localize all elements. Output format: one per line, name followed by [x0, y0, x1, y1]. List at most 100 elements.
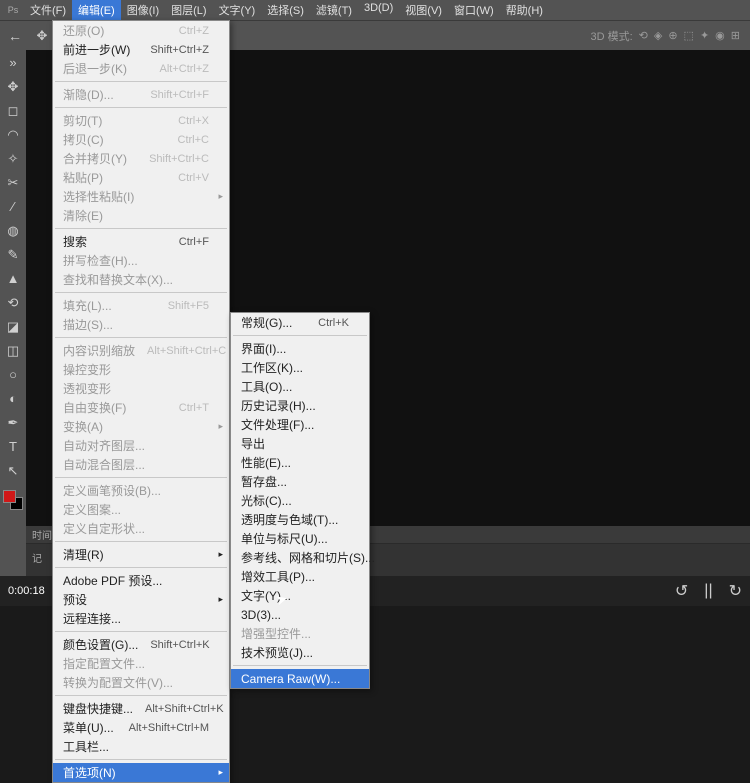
timeline-tab[interactable]: 记 [32, 550, 42, 565]
menu-item-label: 自动对齐图层... [63, 437, 209, 454]
menu-item[interactable]: 导出 [231, 434, 369, 453]
menu-item-label: 工具(O)... [241, 378, 349, 395]
lasso-tool-icon[interactable]: ◠ [2, 124, 24, 145]
move-tool-indicator[interactable]: ✥ [30, 24, 54, 48]
toolbar-icon-4[interactable]: ⬚ [684, 29, 694, 42]
blur-tool-icon[interactable]: ○ [2, 364, 24, 385]
menu-item[interactable]: 远程连接... [53, 609, 229, 628]
menu-item[interactable]: 文件处理(F)... [231, 415, 369, 434]
menu-item[interactable]: 工具(O)... [231, 377, 369, 396]
menubar-item[interactable]: 视图(V) [399, 0, 448, 20]
wand-tool-icon[interactable]: ✧ [2, 148, 24, 169]
color-swatches[interactable] [3, 490, 23, 510]
menu-item: 选择性粘贴(I)▸ [53, 187, 229, 206]
menu-item[interactable]: 参考线、网格和切片(S)... [231, 548, 369, 567]
menubar-item[interactable]: 帮助(H) [500, 0, 549, 20]
path-tool-icon[interactable]: ↖ [2, 460, 24, 481]
menu-item[interactable]: 技术预览(J)... [231, 643, 369, 662]
menu-item[interactable]: Adobe PDF 预设... [53, 571, 229, 590]
forward-icon[interactable]: ↻ [729, 581, 742, 601]
pen-tool-icon[interactable]: ✒ [2, 412, 24, 433]
move-tool-icon[interactable]: ✥ [2, 76, 24, 97]
menu-item[interactable]: 光标(C)... [231, 491, 369, 510]
menu-item[interactable]: 性能(E)... [231, 453, 369, 472]
menu-item: 描边(S)... [53, 315, 229, 334]
menu-item[interactable]: 暂存盘... [231, 472, 369, 491]
menu-separator [55, 759, 227, 760]
toolbar-icon-1[interactable]: ⟲ [639, 29, 648, 42]
menu-item-label: 搜索 [63, 233, 167, 250]
menu-item-label: 菜单(U)... [63, 719, 117, 736]
menubar-item[interactable]: 文件(F) [24, 0, 72, 20]
menu-item-label: 常规(G)... [241, 314, 306, 331]
menubar-item[interactable]: 文字(Y) [213, 0, 262, 20]
brush-tool-icon[interactable]: ✎ [2, 244, 24, 265]
menu-item[interactable]: 键盘快捷键...Alt+Shift+Ctrl+K [53, 699, 229, 718]
menu-item[interactable]: 颜色设置(G)...Shift+Ctrl+K [53, 635, 229, 654]
menu-item[interactable]: Camera Raw(W)... [231, 669, 369, 688]
type-tool-icon[interactable]: T [2, 436, 24, 457]
expand-icon[interactable]: » [2, 52, 24, 73]
menu-item: 拼写检查(H)... [53, 251, 229, 270]
menubar-item[interactable]: 滤镜(T) [310, 0, 358, 20]
pause-icon[interactable]: || [704, 582, 712, 600]
menu-item-shortcut: Shift+Ctrl+C [149, 153, 209, 165]
menu-item[interactable]: 界面(I)... [231, 339, 369, 358]
menu-item[interactable]: 工作区(K)... [231, 358, 369, 377]
rewind-icon[interactable]: ↺ [675, 581, 688, 601]
tools-panel: » ✥ ◻ ◠ ✧ ✂ ⁄ ◍ ✎ ▲ ⟲ ◪ ◫ ○ ◐ ✒ T ↖ [0, 50, 26, 590]
menu-item[interactable]: 历史记录(H)... [231, 396, 369, 415]
menubar-item[interactable]: 选择(S) [261, 0, 310, 20]
home-arrow-icon[interactable]: ← [4, 28, 26, 44]
menu-item[interactable]: 文字(Y)... [231, 586, 369, 605]
menu-item-label: 转换为配置文件(V)... [63, 674, 209, 691]
eyedropper-tool-icon[interactable]: ⁄ [2, 196, 24, 217]
menubar-item[interactable]: 图层(L) [165, 0, 212, 20]
submenu-arrow-icon: ▸ [218, 767, 223, 778]
menu-item[interactable]: 工具栏... [53, 737, 229, 756]
fg-color-swatch[interactable] [3, 490, 16, 503]
menu-item[interactable]: 预设▸ [53, 590, 229, 609]
menu-item[interactable]: 单位与标尺(U)... [231, 529, 369, 548]
menu-item[interactable]: 透明度与色域(T)... [231, 510, 369, 529]
menu-item[interactable]: 清理(R) ▸ [53, 545, 229, 564]
marquee-tool-icon[interactable]: ◻ [2, 100, 24, 121]
menu-separator [55, 81, 227, 82]
toolbar-icon-5[interactable]: ✦ [700, 29, 709, 42]
history-brush-icon[interactable]: ⟲ [2, 292, 24, 313]
menu-item: 增强型控件... [231, 624, 369, 643]
crop-tool-icon[interactable]: ✂ [2, 172, 24, 193]
eraser-tool-icon[interactable]: ◪ [2, 316, 24, 337]
menubar-item[interactable]: 编辑(E) [72, 0, 121, 20]
toolbar-search-icon[interactable]: ⊞ [731, 29, 740, 42]
dodge-tool-icon[interactable]: ◐ [2, 388, 24, 409]
menu-item-shortcut: Ctrl+K [318, 317, 349, 329]
menu-item-label: 文件处理(F)... [241, 416, 349, 433]
menu-item[interactable]: 增效工具(P)... [231, 567, 369, 586]
menu-item-label: 光标(C)... [241, 492, 349, 509]
toolbar-icon-6[interactable]: ◉ [715, 29, 725, 42]
heal-tool-icon[interactable]: ◍ [2, 220, 24, 241]
menu-item: 后退一步(K)Alt+Ctrl+Z [53, 59, 229, 78]
menu-item-label: 清理(R) [63, 546, 209, 563]
menu-item[interactable]: 3D(3)... [231, 605, 369, 624]
menubar-item[interactable]: 窗口(W) [448, 0, 500, 20]
menubar-item[interactable]: 3D(D) [358, 0, 399, 20]
menu-item[interactable]: 搜索Ctrl+F [53, 232, 229, 251]
menu-item[interactable]: 菜单(U)...Alt+Shift+Ctrl+M [53, 718, 229, 737]
menu-item: 剪切(T)Ctrl+X [53, 111, 229, 130]
mode-3d-label: 3D 模式: [590, 28, 632, 44]
gradient-tool-icon[interactable]: ◫ [2, 340, 24, 361]
menu-item[interactable]: 常规(G)... Ctrl+K [231, 313, 369, 332]
menu-item-label: 首选项(N) [63, 764, 209, 781]
menu-item-label: 增强型控件... [241, 625, 349, 642]
submenu-arrow-icon: ▸ [218, 549, 223, 560]
menu-item: 粘贴(P)Ctrl+V [53, 168, 229, 187]
menu-item[interactable]: 首选项(N) ▸ [53, 763, 229, 782]
ps-logo-icon: Ps [6, 3, 20, 17]
toolbar-icon-2[interactable]: ◈ [654, 29, 662, 42]
stamp-tool-icon[interactable]: ▲ [2, 268, 24, 289]
menu-item[interactable]: 前进一步(W)Shift+Ctrl+Z [53, 40, 229, 59]
toolbar-icon-3[interactable]: ⊕ [668, 29, 677, 42]
menubar-item[interactable]: 图像(I) [121, 0, 165, 20]
